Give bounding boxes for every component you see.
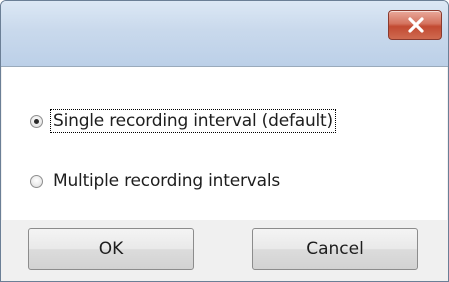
radio-option-single[interactable]: Single recording interval (default) bbox=[30, 109, 336, 133]
dialog-window: Single recording interval (default) Mult… bbox=[0, 0, 449, 282]
ok-button[interactable]: OK bbox=[28, 228, 194, 270]
radio-label-single[interactable]: Single recording interval (default) bbox=[50, 109, 336, 133]
radio-option-multiple[interactable]: Multiple recording intervals bbox=[30, 170, 282, 192]
radio-button-multiple[interactable] bbox=[30, 174, 43, 188]
button-bar: OK Cancel bbox=[1, 220, 448, 281]
cancel-button[interactable]: Cancel bbox=[252, 228, 418, 270]
close-icon bbox=[408, 17, 424, 33]
radio-label-multiple[interactable]: Multiple recording intervals bbox=[51, 170, 282, 192]
radio-button-single[interactable] bbox=[30, 114, 43, 128]
close-button[interactable] bbox=[388, 10, 442, 40]
options-panel: Single recording interval (default) Mult… bbox=[2, 67, 447, 220]
title-bar[interactable] bbox=[1, 1, 448, 67]
